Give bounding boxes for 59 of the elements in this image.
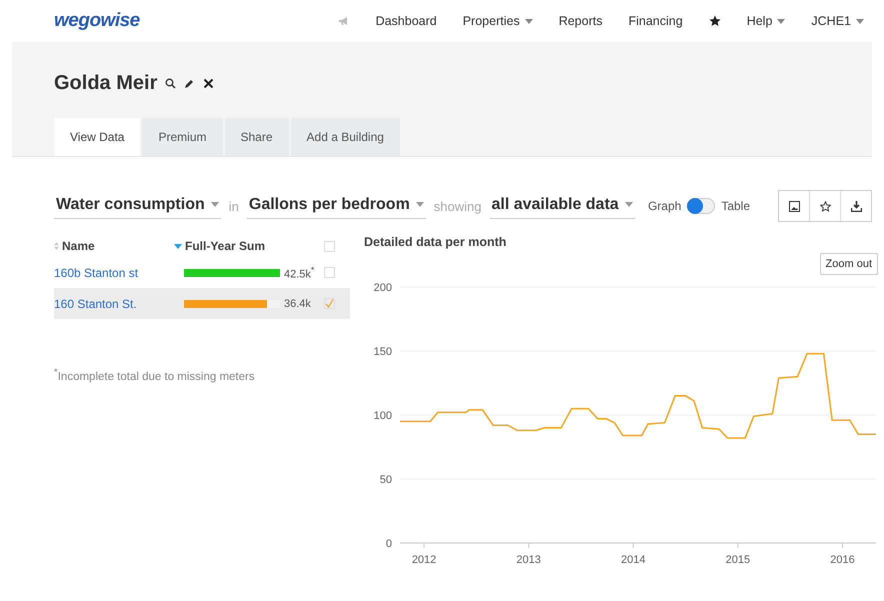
view-switch[interactable] [687, 198, 716, 214]
column-header[interactable]: Name [62, 239, 95, 253]
table-row[interactable]: 160 Stanton St. 36.4k [54, 288, 350, 319]
checkbox[interactable] [324, 298, 335, 309]
footnote: $^{*}$Incomplete total due to missing meters [54, 367, 256, 383]
switch-label[interactable]: Graph [648, 199, 682, 213]
sort-down-icon[interactable] [174, 244, 182, 248]
checkbox[interactable] [324, 240, 335, 252]
chart-title: Detailed data per month [364, 235, 508, 249]
column-header[interactable]: Full-Year Sum [185, 239, 266, 253]
building-link[interactable]: 160b Stanton st [54, 266, 184, 280]
axis-label: 2015 [726, 554, 750, 565]
caret-icon [777, 18, 786, 24]
checkbox[interactable] [324, 267, 335, 278]
table-row[interactable]: 160b Stanton st 42.5k$^{*}$ [54, 257, 350, 288]
tab[interactable]: Premium [142, 118, 222, 156]
building-link[interactable]: 160 Stanton St. [54, 296, 184, 310]
axis-label: 0 [386, 538, 392, 550]
pencil-icon[interactable] [184, 78, 196, 89]
axis-label: 100 [374, 410, 392, 422]
nav-link[interactable]: Reports [558, 14, 602, 28]
tab[interactable]: View Data [54, 118, 140, 156]
dropdown[interactable]: all available data [490, 194, 635, 218]
download-icon [850, 200, 862, 212]
close-icon[interactable] [203, 78, 214, 89]
connector-word: in [228, 198, 239, 214]
axis-label: 50 [380, 474, 392, 486]
sum-value: 42.5k$^{*}$ [283, 264, 316, 280]
axis-label: 2013 [516, 554, 541, 565]
nav-link[interactable]: Dashboard [376, 14, 437, 28]
dropdown[interactable]: Water consumption [54, 194, 221, 218]
nav-menu[interactable]: Help [746, 14, 786, 28]
connector-word: showing [434, 198, 482, 214]
zoom-out-button[interactable]: Zoom out [820, 253, 878, 275]
page-title: Golda Meir [54, 72, 158, 95]
nav-link[interactable]: Financing [628, 14, 683, 28]
caret-icon [524, 18, 533, 24]
switch-label[interactable]: Table [721, 199, 750, 213]
tab[interactable]: Add a Building [290, 118, 400, 156]
star-icon[interactable] [708, 15, 721, 27]
axis-label: 2014 [621, 554, 646, 565]
axis-label: 2016 [830, 554, 855, 565]
search-icon[interactable] [165, 78, 176, 89]
axis-label: 2012 [412, 554, 436, 565]
nav-menu[interactable]: JCHE1 [811, 14, 864, 28]
caret-icon [210, 202, 219, 207]
caret-icon [856, 18, 864, 24]
dropdown[interactable]: Gallons per bedroom [246, 194, 426, 218]
star-icon [820, 200, 830, 212]
nav-menu[interactable]: Properties [462, 14, 533, 28]
caret-icon [416, 202, 424, 207]
image-icon [788, 200, 800, 212]
tab[interactable]: Share [224, 118, 289, 156]
caret-icon [624, 202, 633, 207]
axis-label: 150 [374, 346, 392, 358]
check-icon [325, 299, 334, 308]
brand-logo[interactable]: wegowise [54, 10, 140, 32]
sum-value: 36.4k [283, 298, 312, 310]
axis-label: 200 [374, 282, 392, 294]
